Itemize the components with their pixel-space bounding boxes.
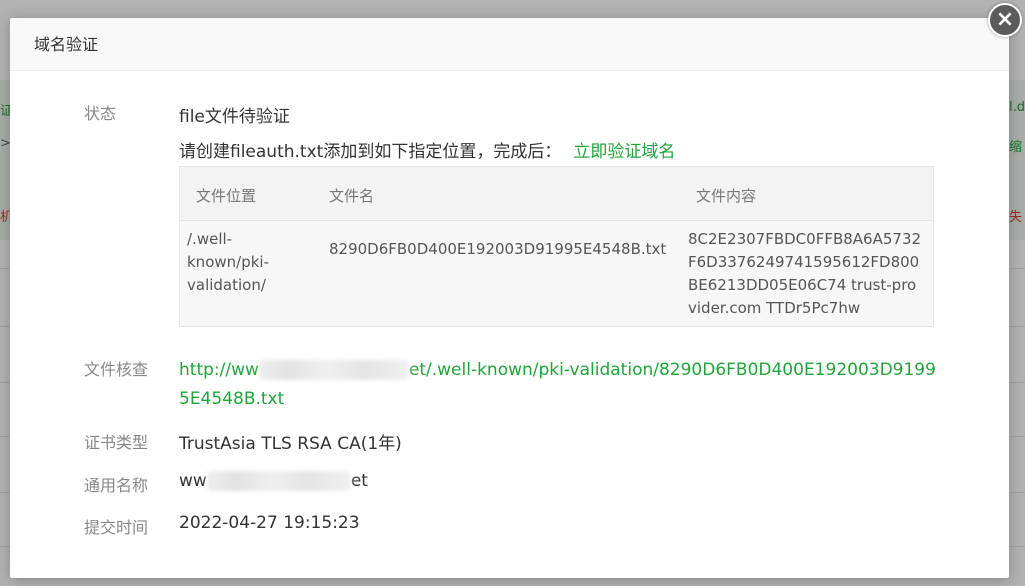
- verify-domain-link[interactable]: 立即验证域名: [573, 142, 675, 162]
- dialog-header: 域名验证: [10, 18, 1009, 71]
- cert-type-value: TrustAsia TLS RSA CA(1年): [179, 434, 402, 454]
- table-header: 文件位置 文件名 文件内容: [180, 167, 933, 221]
- status-value: file文件待验证: [179, 107, 290, 127]
- content-line: vider.com TTDr5Pc7hw: [688, 299, 861, 317]
- url-suffix: et/.well-known/pki-validation/8290D6FB0D…: [408, 360, 936, 380]
- cert-type-label: 证书类型: [84, 433, 149, 452]
- common-name-label: 通用名称: [84, 476, 149, 495]
- file-check-url-link[interactable]: http://ww et/.well-known/pki-validation/8…: [179, 356, 939, 414]
- domain-verification-dialog: 域名验证 状态 file文件待验证 请创建fileauth.txt添加到如下指定…: [10, 18, 1009, 578]
- header-file-location: 文件位置: [196, 187, 257, 205]
- url-prefix: http://ww: [179, 360, 259, 380]
- cell-file-name[interactable]: 8290D6FB0D400E192003D91995E4548B.txt: [329, 238, 666, 261]
- cell-file-location[interactable]: /.well- known/pki- validation/: [187, 228, 297, 297]
- redacted-domain: [258, 360, 409, 380]
- submit-time-label: 提交时间: [84, 518, 149, 537]
- common-name-prefix: ww: [179, 471, 207, 491]
- dialog-title: 域名验证: [34, 35, 99, 54]
- common-name-value: ww et: [179, 471, 368, 491]
- header-file-name: 文件名: [329, 187, 375, 205]
- close-icon: ×: [995, 7, 1015, 32]
- status-label: 状态: [84, 104, 117, 123]
- submit-time-value: 2022-04-27 19:15:23: [179, 513, 360, 533]
- table-row: /.well- known/pki- validation/ 8290D6FB0…: [180, 222, 933, 326]
- common-name-suffix: et: [350, 471, 368, 491]
- location-line: validation/: [187, 276, 266, 294]
- file-table: 文件位置 文件名 文件内容 /.well- known/pki- validat…: [179, 166, 934, 327]
- file-check-label: 文件核查: [84, 360, 149, 379]
- url-line-2: 5E4548B.txt: [179, 389, 285, 409]
- cell-file-content[interactable]: 8C2E2307FBDC0FFB8A6A5732 F6D337624974159…: [688, 228, 921, 320]
- location-line: /.well-: [187, 230, 233, 248]
- header-file-content: 文件内容: [696, 187, 757, 205]
- location-line: known/pki-: [187, 253, 269, 271]
- content-line: BE6213DD05E06C74 trust-pro: [688, 276, 917, 294]
- instruction-text: 请创建fileauth.txt添加到如下指定位置，完成后：: [179, 142, 562, 162]
- content-line: F6D3376249741595612FD800: [688, 253, 920, 271]
- close-button[interactable]: ×: [988, 3, 1022, 37]
- content-line: 8C2E2307FBDC0FFB8A6A5732: [688, 230, 922, 248]
- redacted-domain: [206, 471, 351, 491]
- instruction-line: 请创建fileauth.txt添加到如下指定位置，完成后： 立即验证域名: [179, 137, 675, 162]
